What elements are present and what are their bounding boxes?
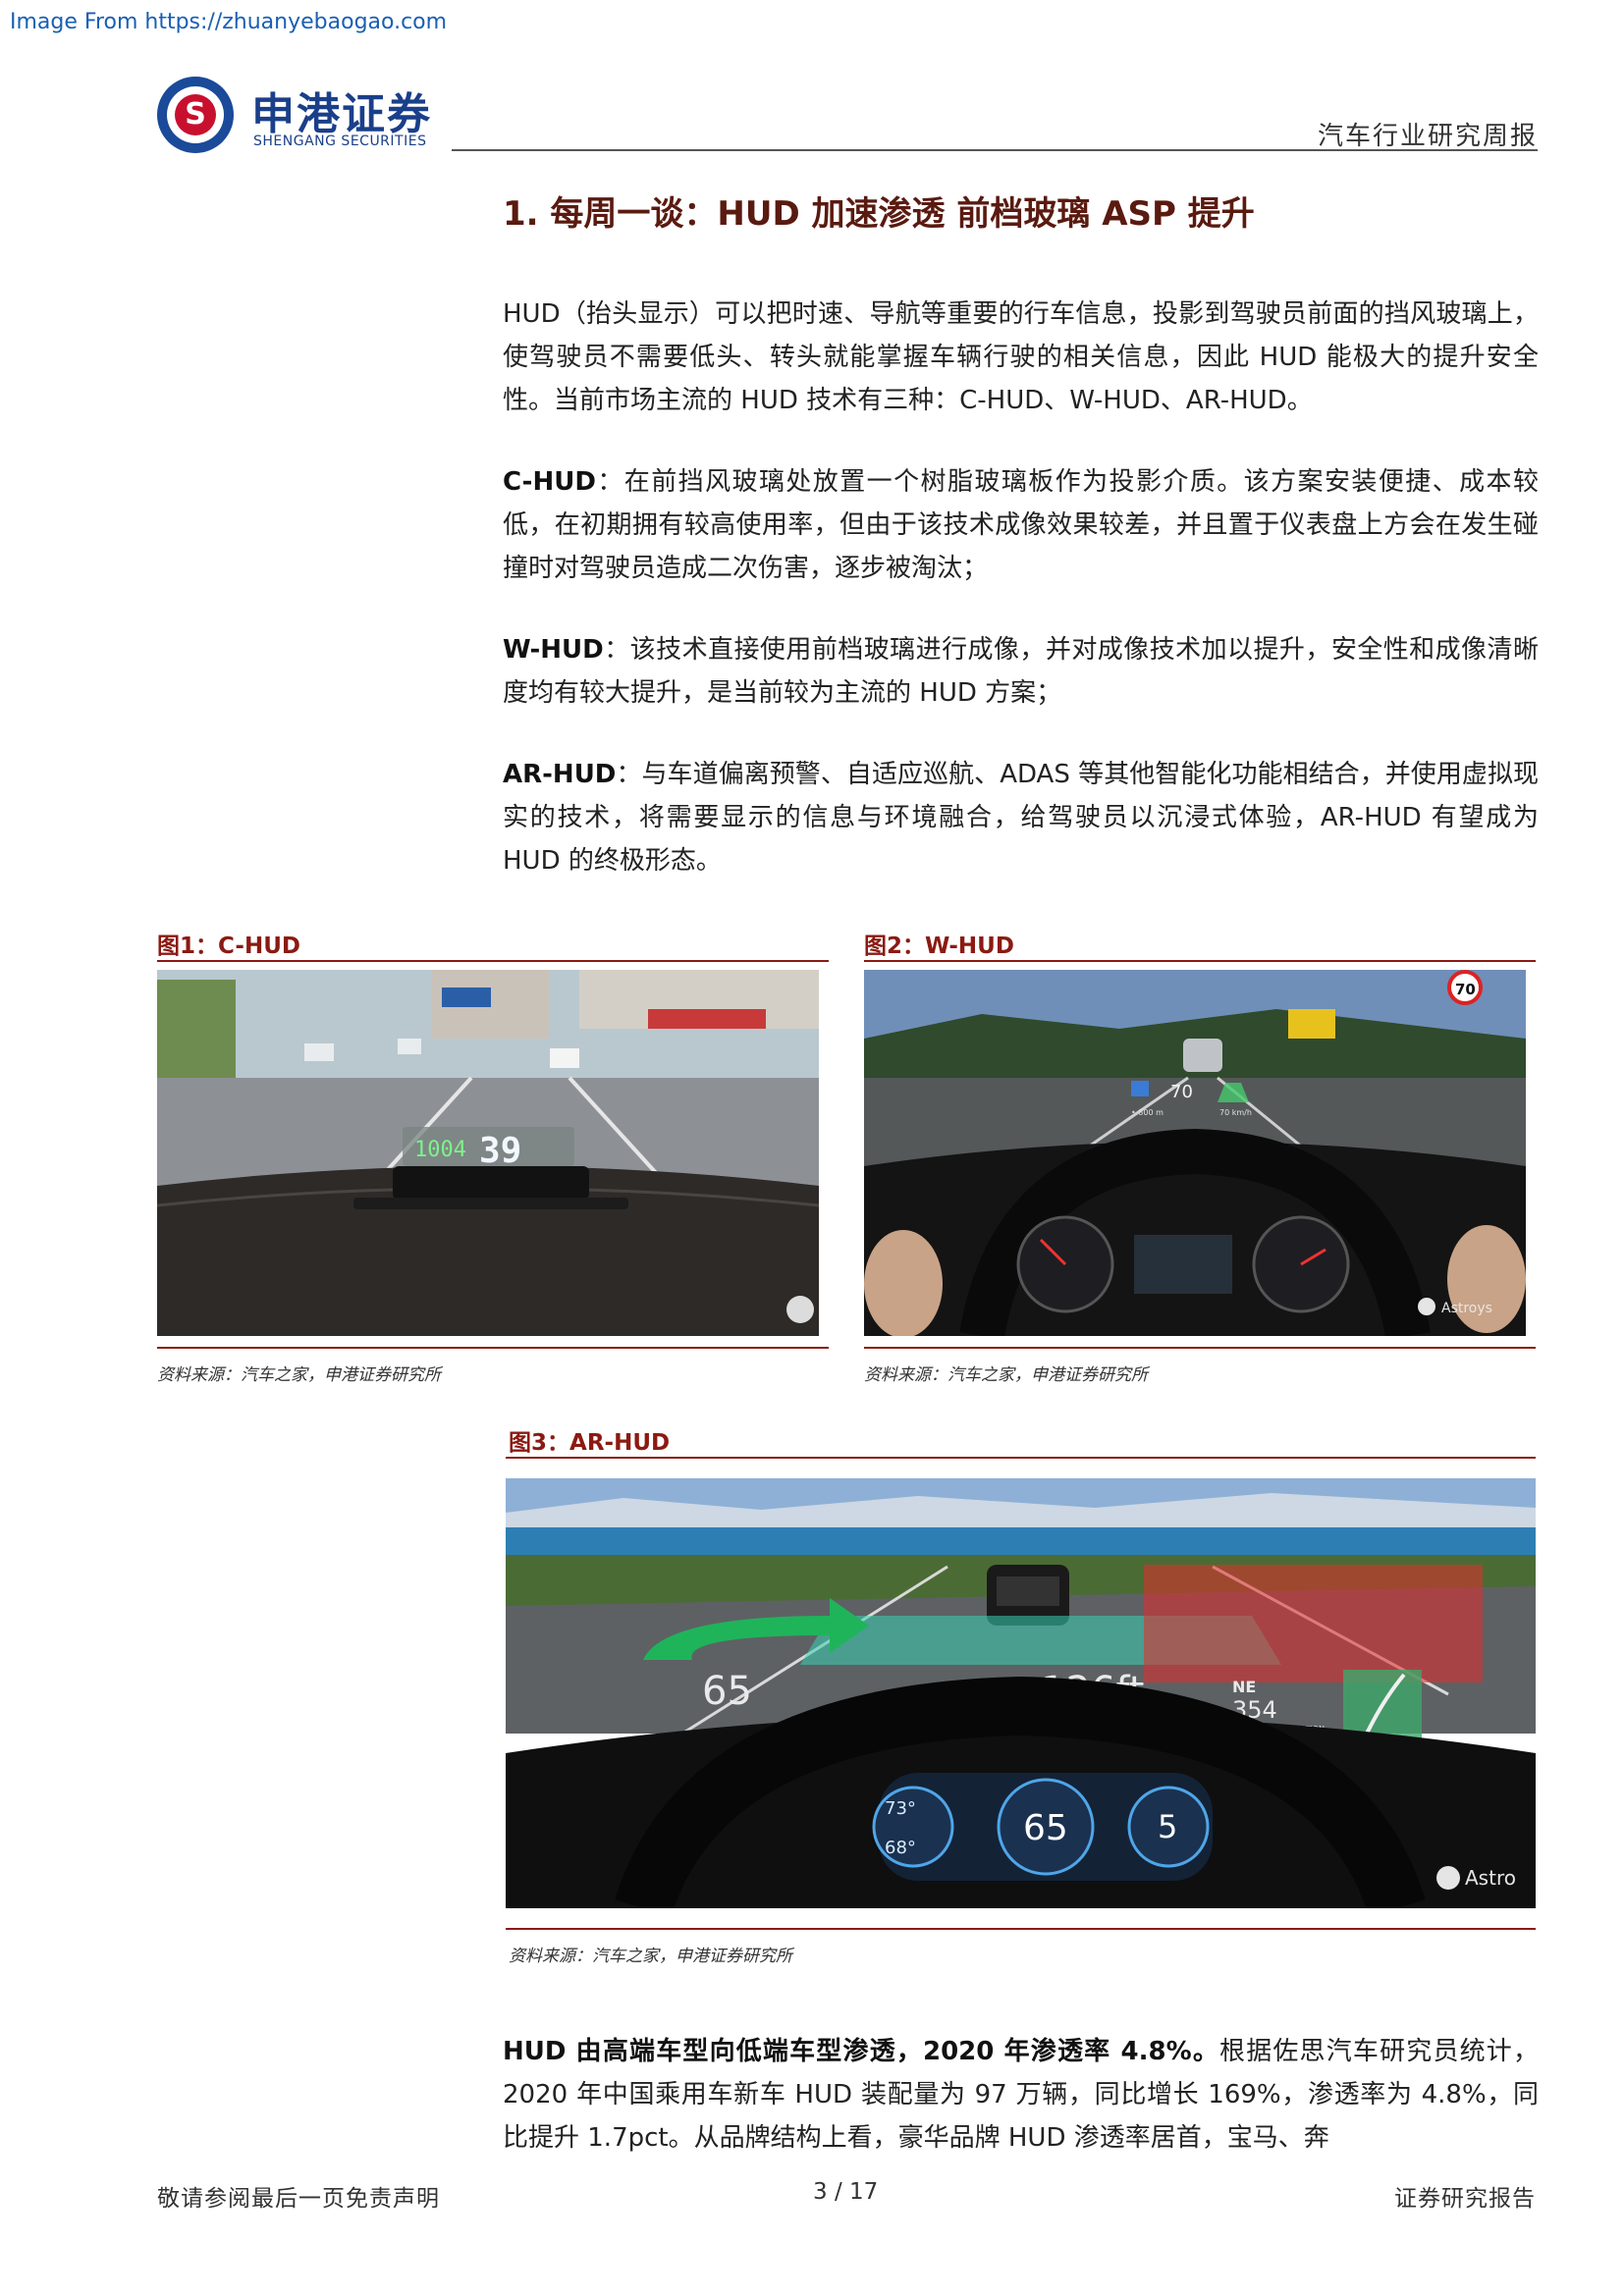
figure-3-bottom-rule (506, 1928, 1536, 1930)
arhud-paragraph: AR-HUD：与车道偏离预警、自适应巡航、ADAS 等其他智能化功能相结合，并使… (503, 753, 1539, 882)
arhud-text: ：与车道偏离预警、自适应巡航、ADAS 等其他智能化功能相结合，并使用虚拟现实的… (503, 760, 1539, 876)
logo-mark: S (175, 94, 216, 135)
arhud-speed: 65 (702, 1669, 752, 1714)
chud-photo: 1004 39 (157, 970, 819, 1336)
figure-2-source: 资料来源：汽车之家，申港证券研究所 (864, 1365, 1148, 1385)
whud-sign: 70 (1455, 981, 1476, 998)
whud-label: W-HUD (503, 635, 604, 665)
arhud-photo: 65 126ft NE 354 MILES TO DESTINATION 73°… (506, 1478, 1536, 1908)
company-logo: S 申港证券 SHENGANG SECURITIES (157, 77, 452, 157)
arhud-label: AR-HUD (503, 760, 617, 789)
figure-2-rule (864, 960, 1536, 962)
arhud-heading: NE (1232, 1678, 1256, 1696)
figure-2-image: 70 70 • 800 m 70 km/h Astroys (864, 970, 1526, 1336)
figure-1-image: 1004 39 (157, 970, 819, 1336)
penetration-paragraph: HUD 由高端车型向低端车型渗透，2020 年渗透率 4.8%。根据佐思汽车研究… (503, 2030, 1539, 2160)
whud-text: ：该技术直接使用前档玻璃进行成像，并对成像技术加以提升，安全性和成像清晰度均有较… (503, 635, 1539, 708)
chud-text: ：在前挡风玻璃处放置一个树脂玻璃板作为投影介质。该方案安装便捷、成本较低，在初期… (503, 467, 1539, 583)
figure-1-title: 图1：C-HUD (157, 934, 300, 959)
footer-report-label: 证券研究报告 (1394, 2186, 1536, 2212)
whud-photo: 70 70 • 800 m 70 km/h Astroys (864, 970, 1526, 1336)
section-title: 1. 每周一谈：HUD 加速渗透 前档玻璃 ASP 提升 (503, 194, 1255, 234)
footer-disclaimer: 敬请参阅最后一页免责声明 (157, 2186, 440, 2212)
figure-3-rule (506, 1457, 1536, 1459)
figure-3-title: 图3：AR-HUD (509, 1430, 671, 1456)
whud-watermark: Astroys (1441, 1301, 1492, 1316)
figure-1-rule (157, 960, 829, 962)
figure-2-title: 图2：W-HUD (864, 934, 1014, 959)
arhud-gauge-right: 5 (1158, 1808, 1177, 1845)
arhud-gauge-left: 65 (1023, 1808, 1068, 1848)
intro-paragraph: HUD（抬头显示）可以把时速、导航等重要的行车信息，投影到驾驶员前面的挡风玻璃上… (503, 299, 1539, 415)
chud-hud-speed: 39 (479, 1131, 521, 1171)
chud-paragraph: C-HUD：在前挡风玻璃处放置一个树脂玻璃板作为投影介质。该方案安装便捷、成本较… (503, 460, 1539, 590)
figure-3-image: 65 126ft NE 354 MILES TO DESTINATION 73°… (506, 1478, 1536, 1908)
source-watermark[interactable]: Image From https://zhuanyebaogao.com (10, 10, 447, 34)
page-number: 3 / 17 (813, 2179, 879, 2205)
figure-3-source: 资料来源：汽车之家，申港证券研究所 (509, 1947, 792, 1966)
arhud-temp-top: 73° (885, 1798, 916, 1819)
figure-1-source: 资料来源：汽车之家，申港证券研究所 (157, 1365, 441, 1385)
logo-english-name: SHENGANG SECURITIES (253, 133, 427, 149)
figure-2-bottom-rule (864, 1347, 1536, 1349)
whud-left-info: • 800 m (1131, 1108, 1164, 1117)
report-type: 汽车行业研究周报 (1317, 122, 1538, 151)
whud-speed: 70 (1170, 1082, 1193, 1102)
logo-chinese-name: 申港证券 (251, 89, 432, 139)
logo-emblem: S (157, 77, 234, 153)
arhud-watermark: Astro (1465, 1866, 1516, 1890)
header-divider (452, 149, 1538, 151)
whud-paragraph: W-HUD：该技术直接使用前档玻璃进行成像，并对成像技术加以提升，安全性和成像清… (503, 628, 1539, 715)
whud-right-info: 70 km/h (1219, 1108, 1252, 1117)
arhud-temp-bottom: 68° (885, 1838, 916, 1858)
chud-label: C-HUD (503, 467, 596, 497)
figure-1-bottom-rule (157, 1347, 829, 1349)
penetration-bold: HUD 由高端车型向低端车型渗透，2020 年渗透率 4.8%。 (503, 2037, 1220, 2066)
chud-hud-small: 1004 (414, 1138, 466, 1162)
